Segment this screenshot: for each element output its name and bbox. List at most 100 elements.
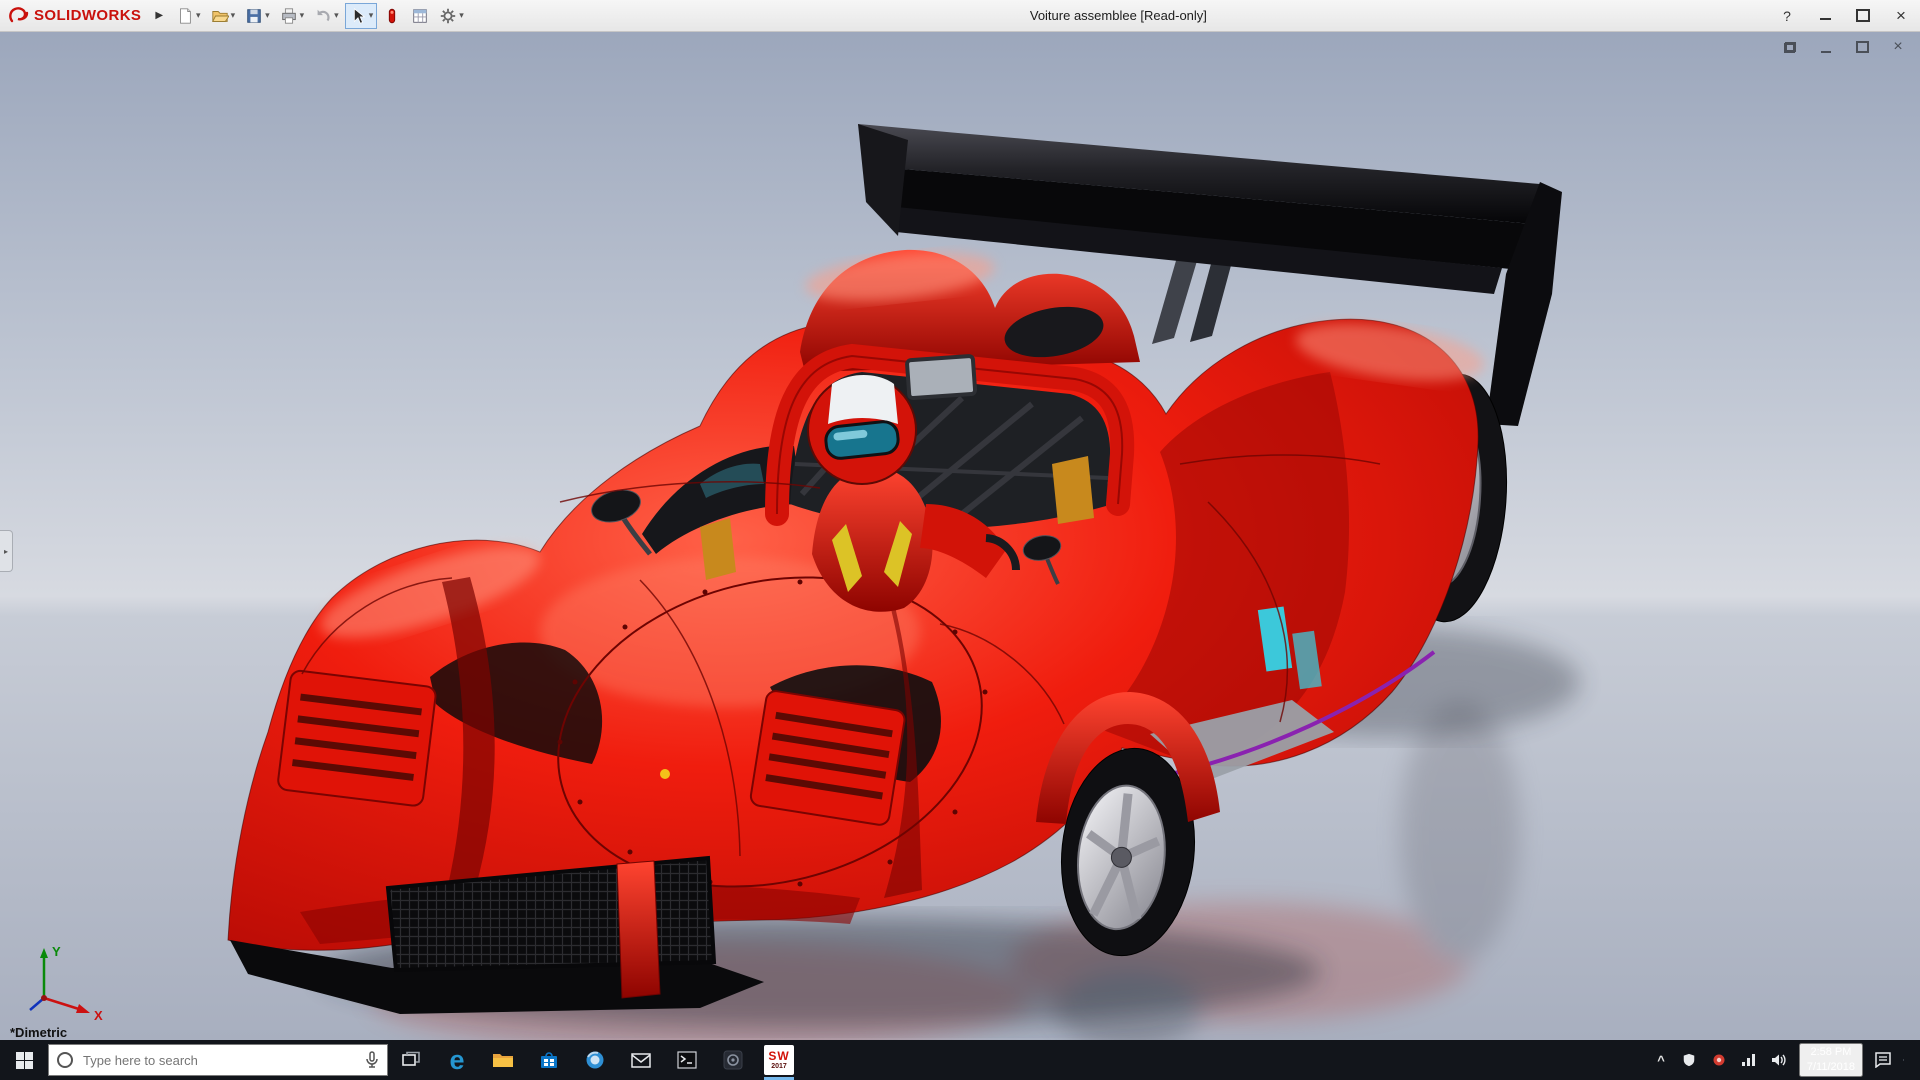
options-button[interactable]: ▾ bbox=[435, 3, 468, 29]
maximize-button[interactable] bbox=[1844, 0, 1882, 31]
rebuild-button[interactable] bbox=[379, 3, 405, 29]
print-button[interactable]: ▾ bbox=[276, 3, 309, 29]
circle-app-icon bbox=[585, 1050, 605, 1070]
task-view-button[interactable] bbox=[388, 1040, 434, 1080]
cortana-icon bbox=[57, 1052, 73, 1068]
mail-icon bbox=[631, 1053, 651, 1068]
window-title: Voiture assemblee [Read-only] bbox=[469, 8, 1768, 23]
system-tray: ^ 2:58 PM 7/11/2018 bbox=[1653, 1040, 1920, 1080]
cockpit-side-panel-right bbox=[1052, 456, 1094, 524]
circle-app-button[interactable] bbox=[572, 1040, 618, 1080]
task-view-icon bbox=[402, 1051, 420, 1069]
file-explorer-icon bbox=[492, 1051, 514, 1069]
defender-tray-button[interactable] bbox=[1679, 1050, 1699, 1070]
quick-access-toolbar: ▾ ▾ ▾ ▾ bbox=[171, 3, 469, 29]
volume-icon bbox=[1771, 1053, 1787, 1067]
new-document-button[interactable]: ▾ bbox=[172, 3, 205, 29]
dark-app-icon bbox=[723, 1050, 743, 1070]
dropdown-caret[interactable]: ▾ bbox=[369, 11, 374, 20]
minimize-button[interactable] bbox=[1806, 0, 1844, 31]
edge-button[interactable]: e bbox=[434, 1040, 480, 1080]
rebuild-icon bbox=[383, 7, 401, 25]
mail-button[interactable] bbox=[618, 1040, 664, 1080]
taskbar-pinned-apps: e bbox=[388, 1040, 802, 1080]
nose-marker-light bbox=[660, 769, 670, 779]
undo-icon bbox=[314, 7, 332, 25]
doc-maximize-button[interactable] bbox=[1852, 38, 1872, 56]
solidworks-logo: SOLIDWORKS bbox=[8, 6, 141, 26]
select-button[interactable]: ▾ bbox=[345, 3, 378, 29]
right-fender-louvers[interactable] bbox=[749, 690, 905, 826]
network-tray-button[interactable] bbox=[1739, 1050, 1759, 1070]
start-button[interactable] bbox=[0, 1040, 48, 1080]
titlebar: SOLIDWORKS ▶ ▾ ▾ ▾ bbox=[0, 0, 1920, 32]
sw-year: 2017 bbox=[771, 1063, 787, 1070]
close-button[interactable]: × bbox=[1882, 0, 1920, 31]
close-icon: × bbox=[1896, 7, 1906, 24]
dropdown-caret[interactable]: ▾ bbox=[196, 11, 201, 20]
show-desktop-button[interactable] bbox=[1903, 1059, 1916, 1061]
print-icon bbox=[280, 7, 298, 25]
maximize-icon bbox=[1856, 9, 1870, 22]
dark-app-button[interactable] bbox=[710, 1040, 756, 1080]
graphics-area[interactable]: × ▸ Y X *Dimetric bbox=[0, 32, 1920, 1040]
shield-icon bbox=[1682, 1052, 1696, 1068]
doc-minimize-icon bbox=[1821, 50, 1831, 53]
action-center-icon bbox=[1874, 1052, 1892, 1068]
new-document-icon bbox=[176, 7, 194, 25]
terminal-button[interactable] bbox=[664, 1040, 710, 1080]
ds-logo-icon bbox=[8, 6, 30, 26]
dropdown-caret[interactable]: ▾ bbox=[300, 11, 305, 20]
undo-button[interactable]: ▾ bbox=[310, 3, 343, 29]
cascade-icon bbox=[1784, 42, 1796, 53]
minimize-icon bbox=[1820, 17, 1831, 20]
status-dot-icon bbox=[1712, 1053, 1726, 1067]
edge-icon: e bbox=[449, 1047, 464, 1074]
window-controls: ? × bbox=[1768, 0, 1920, 31]
file-properties-button[interactable] bbox=[407, 3, 433, 29]
clock-date: 7/11/2018 bbox=[1807, 1060, 1855, 1075]
help-button[interactable]: ? bbox=[1768, 0, 1806, 31]
sw-letters: SW bbox=[768, 1050, 789, 1062]
file-explorer-button[interactable] bbox=[480, 1040, 526, 1080]
solidworks-taskbar-button[interactable]: SW 2017 bbox=[756, 1040, 802, 1080]
volume-tray-button[interactable] bbox=[1769, 1050, 1789, 1070]
open-button[interactable]: ▾ bbox=[207, 3, 240, 29]
save-icon bbox=[245, 7, 263, 25]
dropdown-caret[interactable]: ▾ bbox=[459, 11, 464, 20]
triad-x-label: X bbox=[94, 1008, 103, 1023]
tray-expand-chevron[interactable]: ^ bbox=[1653, 1053, 1669, 1068]
dropdown-caret[interactable]: ▾ bbox=[334, 11, 339, 20]
doc-cascade-button[interactable] bbox=[1780, 38, 1800, 56]
view-orientation-label: *Dimetric bbox=[10, 1025, 67, 1040]
solidworks-app-icon: SW 2017 bbox=[764, 1045, 794, 1075]
network-icon bbox=[1741, 1053, 1757, 1067]
doc-minimize-button[interactable] bbox=[1816, 38, 1836, 56]
center-mirror[interactable] bbox=[907, 356, 975, 399]
store-icon bbox=[540, 1051, 558, 1069]
taskbar-search[interactable] bbox=[48, 1044, 388, 1076]
document-window-controls: × bbox=[1780, 38, 1908, 56]
menu-expand-arrow[interactable]: ▶ bbox=[147, 10, 171, 21]
action-center-button[interactable] bbox=[1873, 1050, 1893, 1070]
status-tray-button[interactable] bbox=[1709, 1050, 1729, 1070]
search-input[interactable] bbox=[81, 1052, 357, 1069]
triad-y-label: Y bbox=[52, 944, 61, 959]
left-fender-louvers[interactable] bbox=[277, 670, 437, 807]
feature-tree-collapsed-tab[interactable]: ▸ bbox=[0, 530, 13, 572]
dropdown-caret[interactable]: ▾ bbox=[231, 11, 236, 20]
open-icon bbox=[211, 7, 229, 25]
logo-text: SOLIDWORKS bbox=[34, 7, 141, 24]
microphone-icon[interactable] bbox=[365, 1051, 379, 1069]
store-button[interactable] bbox=[526, 1040, 572, 1080]
taskbar-clock[interactable]: 2:58 PM 7/11/2018 bbox=[1799, 1043, 1863, 1077]
clock-time: 2:58 PM bbox=[1807, 1045, 1855, 1060]
save-button[interactable]: ▾ bbox=[241, 3, 274, 29]
cockpit-side-panel-left bbox=[700, 518, 736, 580]
orientation-triad: Y X bbox=[20, 940, 116, 1024]
terminal-icon bbox=[677, 1051, 697, 1069]
3d-race-car-model[interactable] bbox=[0, 32, 1920, 1040]
dropdown-caret[interactable]: ▾ bbox=[265, 11, 270, 20]
gear-icon bbox=[439, 7, 457, 25]
doc-close-button[interactable]: × bbox=[1888, 38, 1908, 56]
